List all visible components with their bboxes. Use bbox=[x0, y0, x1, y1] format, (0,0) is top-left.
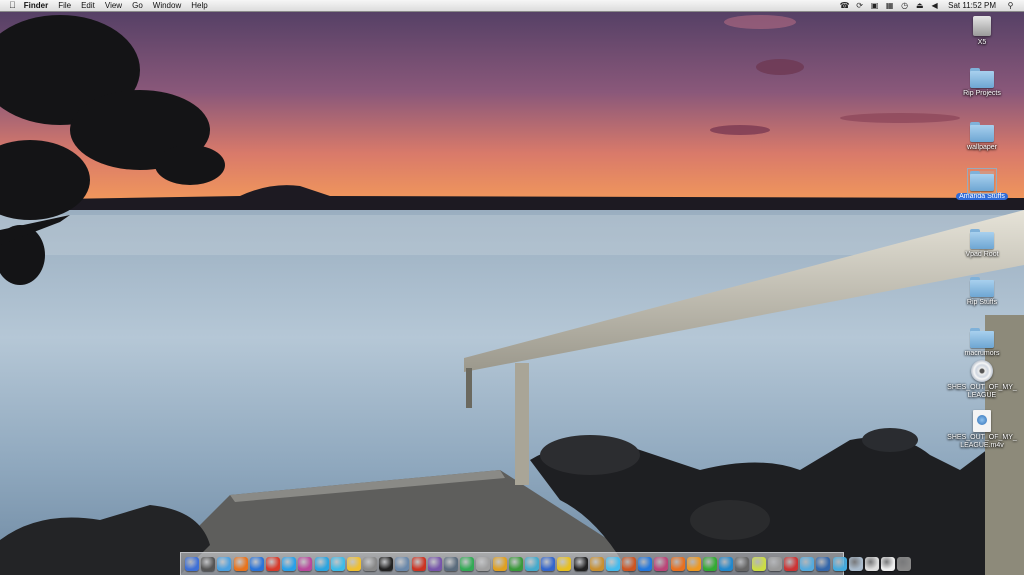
desktop-icon-rip-stuffs[interactable]: Rip Stuffs bbox=[942, 277, 1022, 307]
desktop-icon-amanda-stuffs[interactable]: Amanda Stuffs bbox=[942, 168, 1022, 201]
desktop-icon-label: X5 bbox=[977, 39, 987, 46]
folder-icon bbox=[970, 122, 994, 142]
wallpaper-image bbox=[0, 0, 1024, 575]
dock-app-icon[interactable] bbox=[638, 557, 653, 571]
menu-edit[interactable]: Edit bbox=[76, 0, 100, 11]
dock-app-icon[interactable] bbox=[719, 557, 734, 571]
apple-icon[interactable]:  bbox=[0, 0, 22, 11]
desktop-icon-x5[interactable]: X5 bbox=[942, 16, 1022, 47]
grid-icon[interactable]: ▦ bbox=[884, 0, 895, 11]
dvd-disc-icon bbox=[971, 360, 993, 382]
dock-app-icon[interactable] bbox=[622, 557, 637, 571]
dock-app-icon[interactable] bbox=[848, 557, 863, 571]
dock-app-icon[interactable] bbox=[185, 557, 199, 571]
dock-app-icon[interactable] bbox=[816, 557, 831, 571]
hard-drive-icon bbox=[973, 16, 991, 36]
skype-status-icon[interactable]: ☎ bbox=[839, 0, 850, 11]
menu-finder[interactable]: Finder bbox=[22, 0, 53, 11]
desktop-icon-shes-out-of-my-league-m4v[interactable]: SHES_OUT_OF_MY_LEAGUE.m4v bbox=[942, 410, 1022, 450]
desktop-icon-macrumors[interactable]: macrumors bbox=[942, 328, 1022, 358]
dock-app-icon[interactable] bbox=[573, 557, 588, 571]
desktop-icon-label: wallpaper bbox=[967, 144, 997, 151]
menu-help[interactable]: Help bbox=[186, 0, 212, 11]
dock-app-icon[interactable] bbox=[314, 557, 329, 571]
menu-window[interactable]: Window bbox=[148, 0, 186, 11]
dock-app-icon[interactable] bbox=[249, 557, 264, 571]
dock-app-icon[interactable] bbox=[476, 557, 491, 571]
folder-icon bbox=[970, 328, 994, 348]
dock-app-icon[interactable] bbox=[654, 557, 669, 571]
dock-app-icon[interactable] bbox=[508, 557, 523, 571]
dock-app-icon[interactable] bbox=[201, 557, 216, 571]
menu-file[interactable]: File bbox=[53, 0, 76, 11]
dock-app-icon[interactable] bbox=[767, 557, 782, 571]
folder-icon bbox=[970, 229, 994, 249]
dock-app-icon[interactable] bbox=[864, 557, 879, 571]
desktop-icon-wallpaper[interactable]: wallpaper bbox=[942, 122, 1022, 152]
dock-app-icon[interactable] bbox=[411, 557, 426, 571]
dock-app-icon[interactable] bbox=[217, 557, 232, 571]
desktop-icon-label: SHES_OUT_OF_MY_LEAGUE bbox=[947, 384, 1017, 399]
dock-app-icon[interactable] bbox=[265, 557, 280, 571]
dock-app-icon[interactable] bbox=[783, 557, 798, 571]
dock-app-icon[interactable] bbox=[282, 557, 297, 571]
eject-icon[interactable]: ⏏ bbox=[914, 0, 925, 11]
dock bbox=[180, 552, 912, 575]
dock-app-icon[interactable] bbox=[800, 557, 815, 571]
desktop-icon-label: Vpad Root bbox=[965, 251, 999, 258]
dock-app-icon[interactable] bbox=[897, 557, 912, 571]
dock-app-icon[interactable] bbox=[233, 557, 248, 571]
dock-app-icon[interactable] bbox=[492, 557, 507, 571]
dock-app-icon[interactable] bbox=[346, 557, 361, 571]
dock-app-icon[interactable] bbox=[524, 557, 539, 571]
desktop-icon-label: Amanda Stuffs bbox=[956, 193, 1008, 200]
dock-app-icon[interactable] bbox=[557, 557, 572, 571]
sync-icon[interactable]: ⟳ bbox=[854, 0, 865, 11]
dock-app-icon[interactable] bbox=[363, 557, 378, 571]
time-machine-icon[interactable]: ◷ bbox=[899, 0, 910, 11]
dock-app-icon[interactable] bbox=[735, 557, 750, 571]
dock-app-icon[interactable] bbox=[605, 557, 620, 571]
menu-view[interactable]: View bbox=[100, 0, 127, 11]
dock-app-icon[interactable] bbox=[444, 557, 458, 571]
menu-bar:  Finder File Edit View Go Window Help ☎… bbox=[0, 0, 1024, 12]
dock-app-icon[interactable] bbox=[395, 557, 410, 571]
menu-extras: ☎ ⟳ ▣ ▦ ◷ ⏏ ◀ Sat 11:52 PM ⚲ bbox=[837, 0, 1024, 11]
desktop[interactable]: X5 Rip Projects wallpaper Amanda Stuffs … bbox=[0, 0, 1024, 575]
dock-app-icon[interactable] bbox=[298, 557, 313, 571]
display-icon[interactable]: ▣ bbox=[869, 0, 880, 11]
dock-app-icon[interactable] bbox=[460, 557, 475, 571]
desktop-icon-vpad-root[interactable]: Vpad Root bbox=[942, 229, 1022, 259]
dock-app-icon[interactable] bbox=[541, 557, 556, 571]
dock-app-icon[interactable] bbox=[670, 557, 685, 571]
desktop-icon-label: SHES_OUT_OF_MY_LEAGUE.m4v bbox=[947, 434, 1017, 449]
desktop-icon-shes-out-of-my-league-disc[interactable]: SHES_OUT_OF_MY_LEAGUE bbox=[942, 360, 1022, 400]
dock-app-icon[interactable] bbox=[589, 557, 604, 571]
dock-app-icon[interactable] bbox=[703, 557, 717, 571]
dock-app-icon[interactable] bbox=[330, 557, 345, 571]
folder-icon bbox=[967, 168, 997, 194]
video-file-icon bbox=[973, 410, 991, 432]
menu-go[interactable]: Go bbox=[127, 0, 148, 11]
desktop-icon-rip-projects[interactable]: Rip Projects bbox=[942, 68, 1022, 98]
dock-app-icon[interactable] bbox=[881, 557, 896, 571]
dock-app-icon[interactable] bbox=[379, 557, 394, 571]
spotlight-search-icon[interactable]: ⚲ bbox=[1005, 0, 1016, 11]
dock-app-icon[interactable] bbox=[686, 557, 701, 571]
dock-app-icon[interactable] bbox=[832, 557, 847, 571]
desktop-icon-label: macrumors bbox=[964, 350, 1000, 357]
dock-app-icon[interactable] bbox=[751, 557, 766, 571]
desktop-icon-label: Rip Stuffs bbox=[966, 299, 998, 306]
menu-clock[interactable]: Sat 11:52 PM bbox=[942, 0, 1003, 11]
desktop-icon-label: Rip Projects bbox=[963, 90, 1001, 97]
folder-icon bbox=[970, 68, 994, 88]
dock-app-icon[interactable] bbox=[427, 557, 442, 571]
folder-icon bbox=[970, 277, 994, 297]
volume-icon[interactable]: ◀ bbox=[929, 0, 940, 11]
